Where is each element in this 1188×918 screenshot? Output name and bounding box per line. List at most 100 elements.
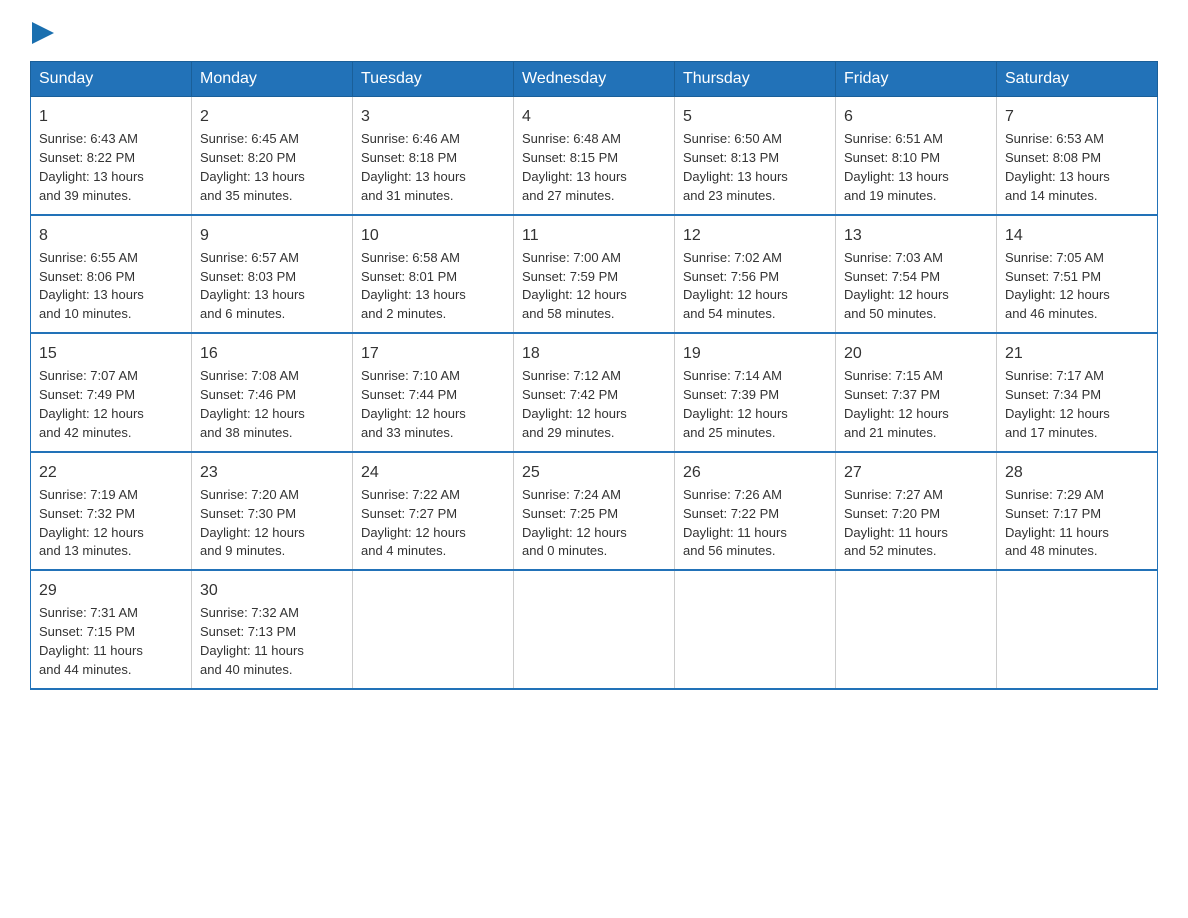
- day-sunrise: Sunrise: 7:14 AMSunset: 7:39 PMDaylight:…: [683, 368, 788, 440]
- col-header-friday: Friday: [836, 62, 997, 97]
- calendar-cell: 23 Sunrise: 7:20 AMSunset: 7:30 PMDayligh…: [192, 452, 353, 571]
- day-sunrise: Sunrise: 7:12 AMSunset: 7:42 PMDaylight:…: [522, 368, 627, 440]
- day-sunrise: Sunrise: 6:48 AMSunset: 8:15 PMDaylight:…: [522, 131, 627, 203]
- calendar-cell: 22 Sunrise: 7:19 AMSunset: 7:32 PMDayligh…: [31, 452, 192, 571]
- day-sunrise: Sunrise: 7:00 AMSunset: 7:59 PMDaylight:…: [522, 250, 627, 322]
- day-number: 7: [1005, 105, 1149, 128]
- day-number: 8: [39, 224, 183, 247]
- calendar-cell: 20 Sunrise: 7:15 AMSunset: 7:37 PMDayligh…: [836, 333, 997, 452]
- calendar-cell: 8 Sunrise: 6:55 AMSunset: 8:06 PMDaylight…: [31, 215, 192, 334]
- calendar-cell: 4 Sunrise: 6:48 AMSunset: 8:15 PMDaylight…: [514, 97, 675, 215]
- day-sunrise: Sunrise: 7:31 AMSunset: 7:15 PMDaylight:…: [39, 605, 143, 677]
- calendar-cell: [675, 570, 836, 689]
- day-number: 15: [39, 342, 183, 365]
- day-sunrise: Sunrise: 7:22 AMSunset: 7:27 PMDaylight:…: [361, 487, 466, 559]
- day-sunrise: Sunrise: 7:29 AMSunset: 7:17 PMDaylight:…: [1005, 487, 1109, 559]
- day-sunrise: Sunrise: 7:15 AMSunset: 7:37 PMDaylight:…: [844, 368, 949, 440]
- logo: [30, 20, 54, 45]
- day-number: 21: [1005, 342, 1149, 365]
- calendar-cell: 15 Sunrise: 7:07 AMSunset: 7:49 PMDayligh…: [31, 333, 192, 452]
- day-number: 29: [39, 579, 183, 602]
- calendar-cell: 12 Sunrise: 7:02 AMSunset: 7:56 PMDayligh…: [675, 215, 836, 334]
- calendar-cell: [514, 570, 675, 689]
- day-sunrise: Sunrise: 6:57 AMSunset: 8:03 PMDaylight:…: [200, 250, 305, 322]
- day-number: 13: [844, 224, 988, 247]
- calendar-cell: 9 Sunrise: 6:57 AMSunset: 8:03 PMDaylight…: [192, 215, 353, 334]
- col-header-sunday: Sunday: [31, 62, 192, 97]
- day-number: 12: [683, 224, 827, 247]
- calendar-cell: 11 Sunrise: 7:00 AMSunset: 7:59 PMDayligh…: [514, 215, 675, 334]
- day-sunrise: Sunrise: 6:51 AMSunset: 8:10 PMDaylight:…: [844, 131, 949, 203]
- calendar-cell: 6 Sunrise: 6:51 AMSunset: 8:10 PMDaylight…: [836, 97, 997, 215]
- day-sunrise: Sunrise: 6:45 AMSunset: 8:20 PMDaylight:…: [200, 131, 305, 203]
- day-number: 30: [200, 579, 344, 602]
- day-number: 2: [200, 105, 344, 128]
- calendar-cell: [836, 570, 997, 689]
- day-sunrise: Sunrise: 7:08 AMSunset: 7:46 PMDaylight:…: [200, 368, 305, 440]
- day-sunrise: Sunrise: 7:24 AMSunset: 7:25 PMDaylight:…: [522, 487, 627, 559]
- day-sunrise: Sunrise: 6:43 AMSunset: 8:22 PMDaylight:…: [39, 131, 144, 203]
- day-sunrise: Sunrise: 7:19 AMSunset: 7:32 PMDaylight:…: [39, 487, 144, 559]
- calendar-header: SundayMondayTuesdayWednesdayThursdayFrid…: [31, 62, 1158, 97]
- calendar-cell: 19 Sunrise: 7:14 AMSunset: 7:39 PMDayligh…: [675, 333, 836, 452]
- day-number: 26: [683, 461, 827, 484]
- calendar-cell: 7 Sunrise: 6:53 AMSunset: 8:08 PMDaylight…: [997, 97, 1158, 215]
- calendar-cell: 5Sunrise: 6:50 AMSunset: 8:13 PMDaylight…: [675, 97, 836, 215]
- day-number: 10: [361, 224, 505, 247]
- calendar-cell: 25 Sunrise: 7:24 AMSunset: 7:25 PMDayligh…: [514, 452, 675, 571]
- day-sunrise: Sunrise: 7:05 AMSunset: 7:51 PMDaylight:…: [1005, 250, 1110, 322]
- day-sunrise: Sunrise: 7:26 AMSunset: 7:22 PMDaylight:…: [683, 487, 787, 559]
- week-row-2: 8 Sunrise: 6:55 AMSunset: 8:06 PMDaylight…: [31, 215, 1158, 334]
- col-header-saturday: Saturday: [997, 62, 1158, 97]
- day-number: 22: [39, 461, 183, 484]
- day-number: 17: [361, 342, 505, 365]
- day-number: 11: [522, 224, 666, 247]
- day-number: 25: [522, 461, 666, 484]
- day-number: 9: [200, 224, 344, 247]
- day-sunrise: Sunrise: 7:03 AMSunset: 7:54 PMDaylight:…: [844, 250, 949, 322]
- calendar-cell: 30 Sunrise: 7:32 AMSunset: 7:13 PMDayligh…: [192, 570, 353, 689]
- page-header: [30, 20, 1158, 45]
- calendar-cell: 24Sunrise: 7:22 AMSunset: 7:27 PMDayligh…: [353, 452, 514, 571]
- calendar-cell: [353, 570, 514, 689]
- calendar-cell: 29 Sunrise: 7:31 AMSunset: 7:15 PMDayligh…: [31, 570, 192, 689]
- day-number: 27: [844, 461, 988, 484]
- col-header-monday: Monday: [192, 62, 353, 97]
- calendar-cell: 28Sunrise: 7:29 AMSunset: 7:17 PMDayligh…: [997, 452, 1158, 571]
- logo-arrow-icon: [32, 22, 54, 44]
- week-row-1: 1 Sunrise: 6:43 AMSunset: 8:22 PMDaylight…: [31, 97, 1158, 215]
- calendar-cell: 13 Sunrise: 7:03 AMSunset: 7:54 PMDayligh…: [836, 215, 997, 334]
- day-sunrise: Sunrise: 7:02 AMSunset: 7:56 PMDaylight:…: [683, 250, 788, 322]
- day-sunrise: Sunrise: 7:27 AMSunset: 7:20 PMDaylight:…: [844, 487, 948, 559]
- calendar-cell: 14 Sunrise: 7:05 AMSunset: 7:51 PMDayligh…: [997, 215, 1158, 334]
- week-row-4: 22 Sunrise: 7:19 AMSunset: 7:32 PMDayligh…: [31, 452, 1158, 571]
- calendar-cell: 17 Sunrise: 7:10 AMSunset: 7:44 PMDayligh…: [353, 333, 514, 452]
- week-row-3: 15 Sunrise: 7:07 AMSunset: 7:49 PMDayligh…: [31, 333, 1158, 452]
- day-number: 3: [361, 105, 505, 128]
- day-sunrise: Sunrise: 6:53 AMSunset: 8:08 PMDaylight:…: [1005, 131, 1110, 203]
- day-sunrise: Sunrise: 7:07 AMSunset: 7:49 PMDaylight:…: [39, 368, 144, 440]
- day-number: 4: [522, 105, 666, 128]
- day-number: 6: [844, 105, 988, 128]
- day-number: 23: [200, 461, 344, 484]
- week-row-5: 29 Sunrise: 7:31 AMSunset: 7:15 PMDayligh…: [31, 570, 1158, 689]
- day-sunrise: Sunrise: 7:20 AMSunset: 7:30 PMDaylight:…: [200, 487, 305, 559]
- col-header-tuesday: Tuesday: [353, 62, 514, 97]
- calendar-cell: 16 Sunrise: 7:08 AMSunset: 7:46 PMDayligh…: [192, 333, 353, 452]
- day-sunrise: Sunrise: 7:10 AMSunset: 7:44 PMDaylight:…: [361, 368, 466, 440]
- day-sunrise: Sunrise: 6:55 AMSunset: 8:06 PMDaylight:…: [39, 250, 144, 322]
- day-number: 16: [200, 342, 344, 365]
- calendar-cell: [997, 570, 1158, 689]
- calendar-body: 1 Sunrise: 6:43 AMSunset: 8:22 PMDaylight…: [31, 97, 1158, 689]
- day-sunrise: Sunrise: 6:58 AMSunset: 8:01 PMDaylight:…: [361, 250, 466, 322]
- day-number: 19: [683, 342, 827, 365]
- calendar-table: SundayMondayTuesdayWednesdayThursdayFrid…: [30, 61, 1158, 690]
- day-sunrise: Sunrise: 7:32 AMSunset: 7:13 PMDaylight:…: [200, 605, 304, 677]
- day-number: 20: [844, 342, 988, 365]
- calendar-cell: 10 Sunrise: 6:58 AMSunset: 8:01 PMDayligh…: [353, 215, 514, 334]
- calendar-cell: 3Sunrise: 6:46 AMSunset: 8:18 PMDaylight…: [353, 97, 514, 215]
- day-number: 1: [39, 105, 183, 128]
- day-number: 14: [1005, 224, 1149, 247]
- day-number: 18: [522, 342, 666, 365]
- col-header-wednesday: Wednesday: [514, 62, 675, 97]
